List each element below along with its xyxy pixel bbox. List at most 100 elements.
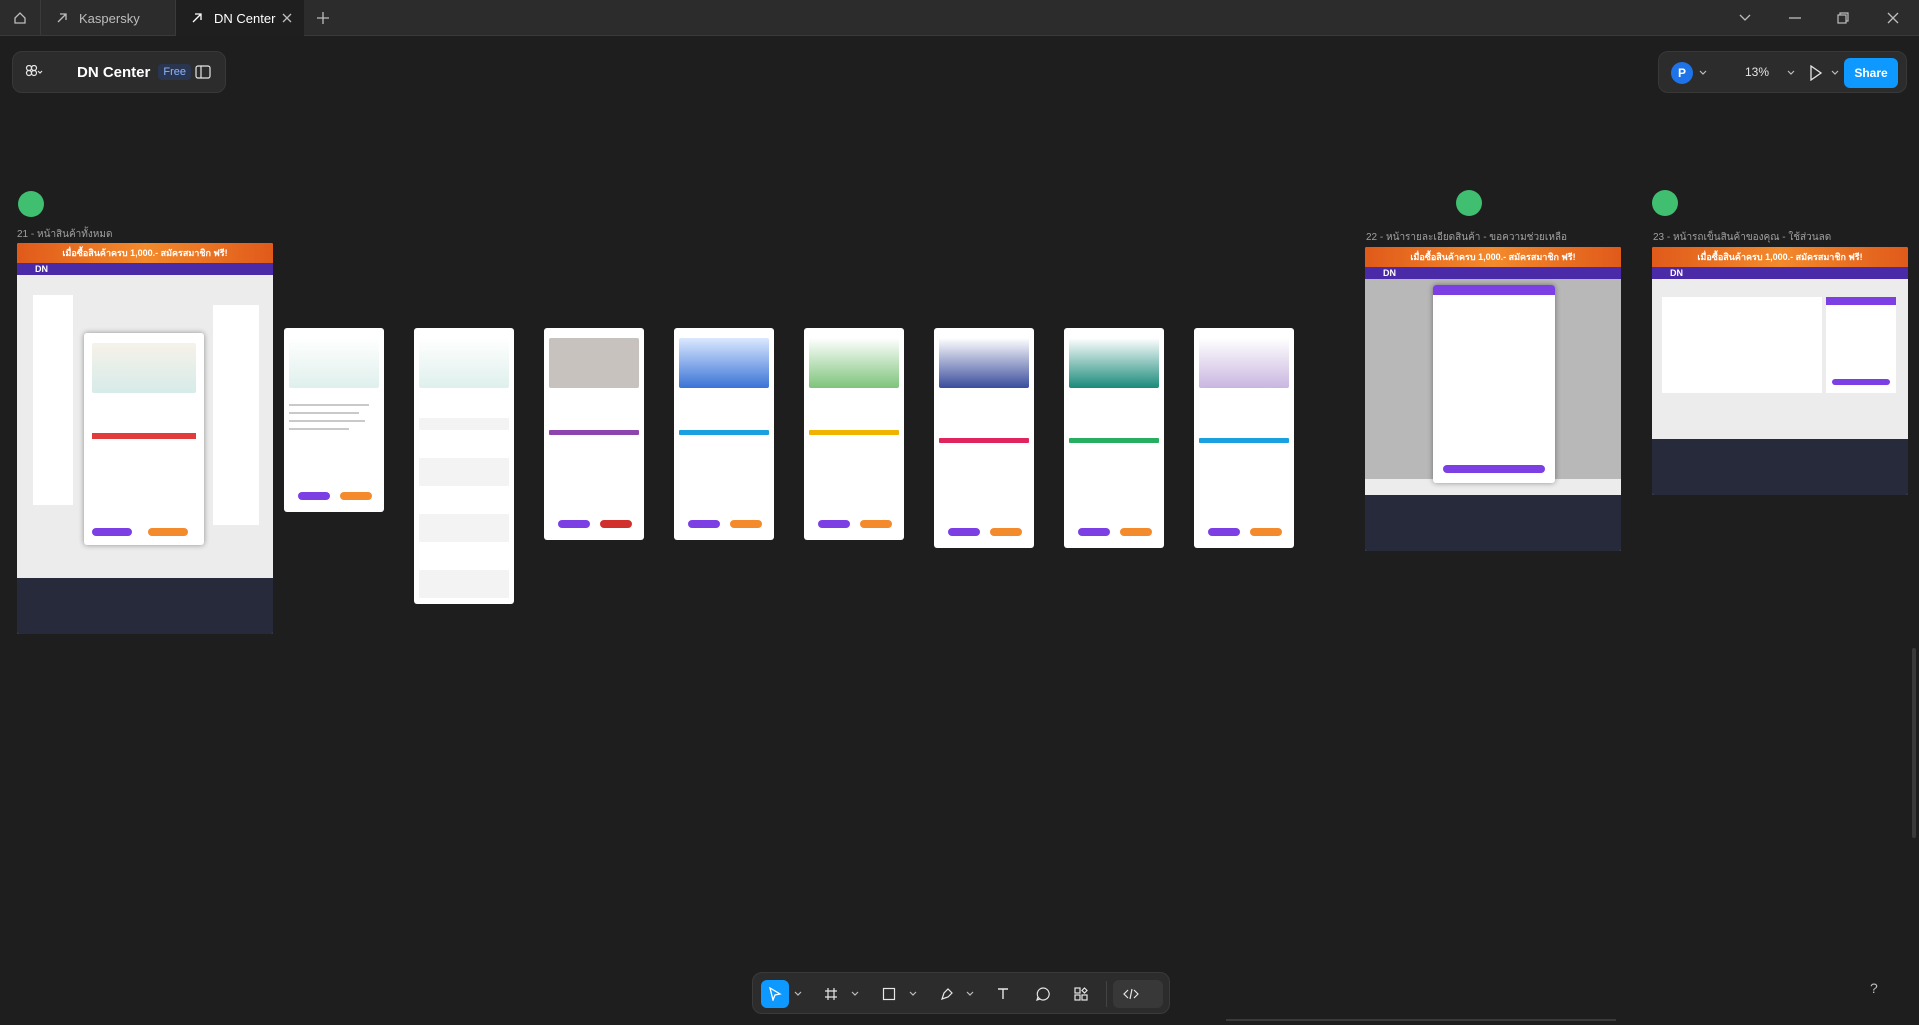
chevron-down-icon[interactable] [851,991,859,997]
chevron-down-icon[interactable] [966,991,974,997]
buy-now-button[interactable] [1250,528,1282,536]
buy-now-button[interactable] [148,528,188,536]
restore-button[interactable] [1820,0,1866,36]
new-tab-icon[interactable] [314,9,332,27]
close-icon[interactable] [280,11,294,25]
product-image [419,338,509,388]
text-line [289,404,369,406]
code-icon [1123,988,1139,1000]
product-card[interactable] [934,328,1034,548]
submit-button[interactable] [1443,465,1545,473]
add-to-cart-button[interactable] [558,520,590,528]
share-button[interactable]: Share [1844,58,1898,88]
chevron-down-icon[interactable] [794,991,802,997]
frame-label[interactable]: 21 - หน้าสินค้าทั้งหมด [17,227,112,242]
product-card[interactable] [1064,328,1164,548]
minimize-button[interactable] [1772,0,1818,36]
related-products-grid [419,418,509,598]
buy-now-button[interactable] [990,528,1022,536]
comment-icon [1036,987,1050,1001]
product-card[interactable] [544,328,644,540]
product-card[interactable] [804,328,904,540]
chevron-down-icon[interactable] [1787,70,1795,76]
dev-mode-toggle[interactable] [1113,980,1163,1008]
add-to-cart-button[interactable] [1208,528,1240,536]
frame-22-product-detail-help[interactable]: เมื่อซื้อสินค้าครบ 1,000.- สมัครสมาชิก ฟ… [1365,247,1621,551]
close-icon [1887,12,1899,24]
play-icon[interactable] [1809,65,1823,81]
move-tool[interactable] [761,980,789,1008]
promo-banner: เมื่อซื้อสินค้าครบ 1,000.- สมัครสมาชิก ฟ… [1652,247,1908,267]
add-to-cart-button[interactable] [1078,528,1110,536]
product-card[interactable] [284,328,384,512]
file-header: DN Center Free [12,51,226,93]
frame-label[interactable]: 22 - หน้ารายละเอียดสินค้า - ขอความช่วยเห… [1366,230,1567,245]
frame-icon [825,988,837,1000]
tab-dn-center[interactable]: DN Center [176,0,304,36]
tab-list-button[interactable] [1722,0,1768,36]
buy-now-button[interactable] [600,520,632,528]
add-to-cart-button[interactable] [818,520,850,528]
product-image [1199,338,1289,388]
product-card[interactable] [1194,328,1294,548]
frame-21-all-products[interactable]: เมื่อซื้อสินค้าครบ 1,000.- สมัครสมาชิก ฟ… [17,243,273,634]
bottom-panel-edge [1226,1019,1616,1021]
summary-header [1826,297,1896,305]
buy-now-button[interactable] [340,492,372,500]
product-card[interactable] [674,328,774,540]
price-bar [1069,438,1159,443]
avatar[interactable]: P [1671,62,1693,84]
zoom-level[interactable]: 13% [1745,65,1769,79]
site-nav: DN [17,263,273,275]
header-actions: P 13% Share [1658,51,1907,93]
product-image [549,338,639,388]
text-icon [998,988,1008,999]
tab-kaspersky[interactable]: Kaspersky [40,0,176,36]
product-card[interactable] [414,328,514,604]
add-to-cart-button[interactable] [948,528,980,536]
text-line [289,428,349,430]
price-bar [1199,438,1289,443]
shape-tool[interactable] [875,980,903,1008]
brand-logo: DN [1670,268,1683,278]
price-bar [549,430,639,435]
sidebar-toggle-icon[interactable] [195,65,211,79]
pen-tool[interactable] [933,980,961,1008]
home-button[interactable] [0,0,40,36]
restore-icon [1837,12,1849,24]
cart-items-list [1662,297,1822,393]
add-to-cart-button[interactable] [688,520,720,528]
comment-tool[interactable] [1029,980,1057,1008]
rectangle-icon [882,987,896,1001]
vertical-scrollbar[interactable] [1912,648,1916,838]
text-tool[interactable] [989,980,1017,1008]
frame-label[interactable]: 23 - หน้ารถเข็นสินค้าของคุณ - ใช้ส่วนลด [1653,230,1831,245]
toolbar-divider [1106,981,1107,1007]
site-footer [1365,495,1621,551]
chevron-down-icon[interactable] [1831,70,1839,76]
product-quickview-modal [84,333,204,545]
order-summary [1826,297,1896,393]
add-to-cart-button[interactable] [298,492,330,500]
price-bar [809,430,899,435]
cursor-icon [769,987,782,1001]
frame-tool[interactable] [817,980,845,1008]
product-image [92,343,196,393]
frame-23-cart-discount[interactable]: เมื่อซื้อสินค้าครบ 1,000.- สมัครสมาชิก ฟ… [1652,247,1908,495]
main-menu-button[interactable] [13,51,55,93]
buy-now-button[interactable] [730,520,762,528]
help-request-modal [1433,285,1555,483]
buy-now-button[interactable] [860,520,892,528]
window-close-button[interactable] [1870,0,1916,36]
add-to-cart-button[interactable] [92,528,132,536]
chevron-down-icon[interactable] [909,991,917,997]
checkout-button[interactable] [1832,379,1890,385]
help-button[interactable]: ? [1870,980,1878,996]
chevron-down-icon[interactable] [1699,70,1707,76]
plan-badge[interactable]: Free [158,64,191,80]
file-name[interactable]: DN Center [77,64,150,81]
actions-tool[interactable] [1067,980,1095,1008]
figma-file-icon [192,13,202,23]
buy-now-button[interactable] [1120,528,1152,536]
brand-logo: DN [1383,268,1396,278]
